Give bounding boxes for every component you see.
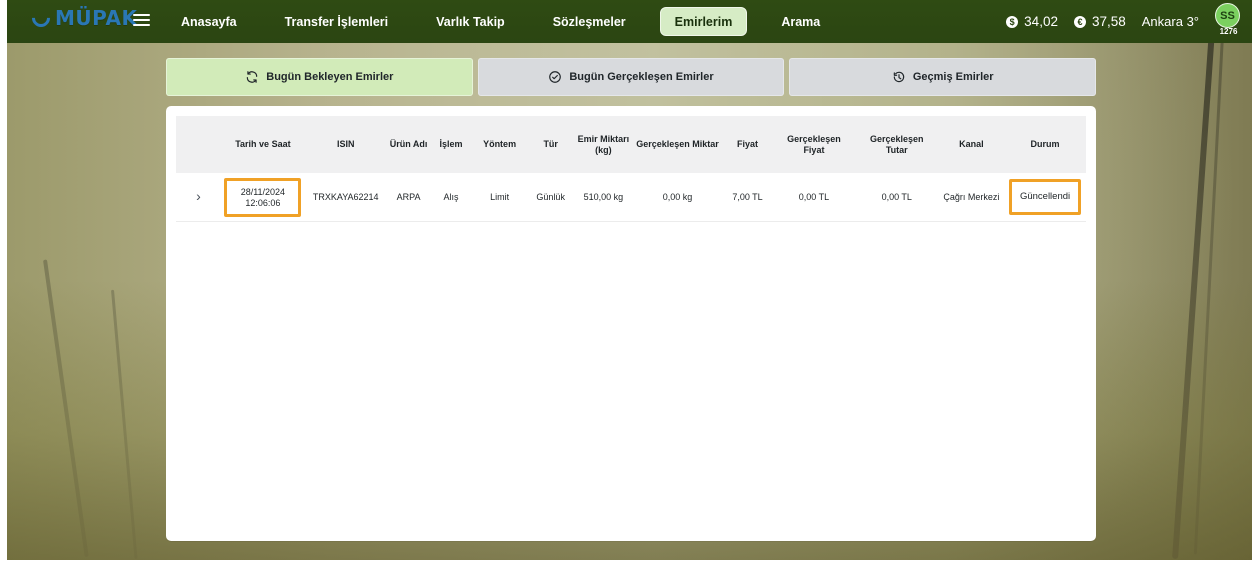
euro-rate: € 37,58 <box>1073 14 1126 29</box>
status-highlight: Güncellendi <box>1009 179 1082 215</box>
brand-logo[interactable]: MÜPAK <box>28 5 138 31</box>
orders-table: Tarih ve Saat ISIN Ürün Adı İşlem Yöntem… <box>176 116 1086 222</box>
chevron-right-icon[interactable]: › <box>196 188 201 204</box>
isin-cell: TRXKAYA62214 <box>304 173 387 222</box>
product-cell: ARPA <box>386 173 431 222</box>
price-cell: 7,00 TL <box>721 173 774 222</box>
hamburger-menu-icon[interactable] <box>133 14 150 26</box>
header-info: $ 34,02 € 37,58 Ankara 3° SS <box>1006 3 1240 36</box>
nav-item-arama[interactable]: Arama <box>767 7 834 36</box>
table-header: Tarih ve Saat ISIN Ürün Adı İşlem Yöntem… <box>176 116 1086 173</box>
realized-amount-cell: 0,00 kg <box>632 173 722 222</box>
main-navigation: Anasayfa Transfer İşlemleri Varlık Takip… <box>167 7 834 36</box>
nav-item-emirlerim[interactable]: Emirlerim <box>659 7 748 36</box>
tab-bugun-bekleyen-emirler[interactable]: Bugün Bekleyen Emirler <box>166 58 473 96</box>
dollar-rate-value: 34,02 <box>1024 14 1058 29</box>
user-avatar[interactable]: SS <box>1215 3 1240 28</box>
tab-bugun-gerceklesen-emirler[interactable]: Bugün Gerçekleşen Emirler <box>477 58 785 96</box>
background-grain-stroke <box>43 259 89 558</box>
tab-gecmis-emirler[interactable]: Geçmiş Emirler <box>789 58 1097 96</box>
column-header-price: Fiyat <box>721 116 774 173</box>
status-value: Güncellendi <box>1019 191 1071 202</box>
history-icon <box>893 71 904 83</box>
column-header-isin: ISIN <box>304 116 387 173</box>
table-body: › 28/11/2024 12:06:06 TRXKAYA62214 ARPA … <box>176 173 1086 222</box>
table-header-row: Tarih ve Saat ISIN Ürün Adı İşlem Yöntem… <box>176 116 1086 173</box>
column-header-status: Durum <box>1004 116 1086 173</box>
tab-label: Bugün Bekleyen Emirler <box>266 71 394 83</box>
column-header-realized-amount: Gerçekleşen Miktar <box>632 116 722 173</box>
order-amount-cell: 510,00 kg <box>573 173 633 222</box>
logo-mark-icon <box>28 5 54 31</box>
menu-icon-line <box>133 14 150 16</box>
column-header-type: Tür <box>527 116 574 173</box>
status-cell: Güncellendi <box>1004 173 1086 222</box>
brand-name: MÜPAK <box>55 6 138 30</box>
column-header-date-time: Tarih ve Saat <box>220 116 305 173</box>
nav-item-anasayfa[interactable]: Anasayfa <box>167 7 251 36</box>
channel-cell: Çağrı Merkezi <box>938 173 1005 222</box>
order-tabs: Bugün Bekleyen Emirler Bugün Gerçekleşen… <box>166 58 1097 96</box>
tab-label: Geçmiş Emirler <box>912 71 994 83</box>
table-row[interactable]: › 28/11/2024 12:06:06 TRXKAYA62214 ARPA … <box>176 173 1086 222</box>
app-frame: MÜPAK Anasayfa Transfer İşlemleri Varlık… <box>7 0 1252 560</box>
column-header-channel: Kanal <box>938 116 1005 173</box>
check-circle-icon <box>549 71 562 83</box>
dollar-rate: $ 34,02 <box>1006 14 1058 29</box>
date-time-highlight: 28/11/2024 12:06:06 <box>224 177 302 217</box>
order-date: 28/11/2024 <box>240 186 286 197</box>
orders-card: Tarih ve Saat ISIN Ürün Adı İşlem Yöntem… <box>166 106 1096 541</box>
euro-rate-value: 37,58 <box>1091 14 1126 29</box>
background-grain-stroke <box>111 289 138 559</box>
type-cell: Günlük <box>527 173 574 222</box>
date-time-cell: 28/11/2024 12:06:06 <box>220 173 305 222</box>
operation-cell: Alış <box>430 173 472 222</box>
nav-item-transfer-islemleri[interactable]: Transfer İşlemleri <box>271 7 403 36</box>
method-cell: Limit <box>471 173 528 222</box>
refresh-icon <box>247 71 258 83</box>
expand-cell[interactable]: › <box>176 173 221 222</box>
column-header-order-amount: Emir Miktarı (kg) <box>573 116 633 173</box>
top-navigation-bar: MÜPAK Anasayfa Transfer İşlemleri Varlık… <box>7 0 1252 43</box>
tab-label: Bugün Gerçekleşen Emirler <box>569 71 714 83</box>
weather-location: Ankara 3° <box>1141 14 1199 29</box>
nav-item-sozlesmeler[interactable]: Sözleşmeler <box>539 7 640 36</box>
column-header-realized-total: Gerçekleşen Tutar <box>854 116 939 173</box>
order-time: 12:06:06 <box>245 197 281 208</box>
realized-price-cell: 0,00 TL <box>773 173 855 222</box>
menu-icon-line <box>133 24 150 26</box>
expand-column-header <box>176 116 221 173</box>
column-header-method: Yöntem <box>471 116 528 173</box>
column-header-realized-price: Gerçekleşen Fiyat <box>773 116 855 173</box>
nav-item-varlik-takip[interactable]: Varlık Takip <box>422 7 519 36</box>
realized-total-cell: 0,00 TL <box>854 173 939 222</box>
euro-icon: € <box>1073 15 1086 28</box>
column-header-operation: İşlem <box>430 116 472 173</box>
column-header-product-name: Ürün Adı <box>386 116 431 173</box>
menu-icon-line <box>133 19 150 21</box>
user-number: 1276 <box>1219 27 1238 36</box>
dollar-icon: $ <box>1006 15 1019 28</box>
